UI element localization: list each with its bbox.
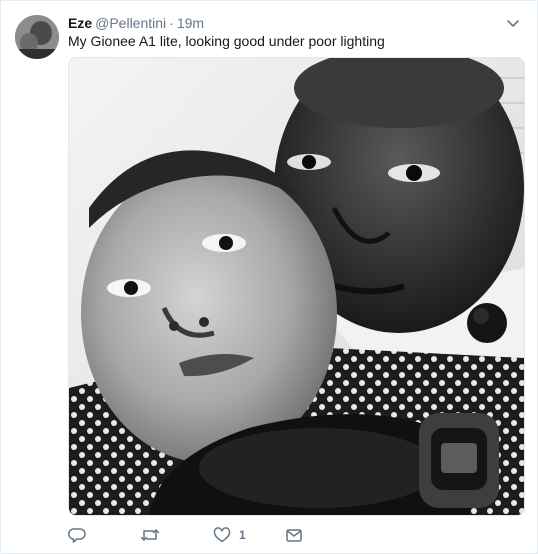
heart-icon <box>213 527 231 543</box>
tweet-actions: 1 <box>68 525 368 545</box>
retweet-icon <box>140 529 160 541</box>
like-count: 1 <box>239 528 246 542</box>
chevron-down-icon[interactable] <box>505 15 521 31</box>
header-separator: · <box>169 15 174 31</box>
tweet-header: Eze @Pellentini · 19m <box>68 14 204 32</box>
photo-image <box>69 58 524 515</box>
tweet-text: My Gionee A1 lite, looking good under po… <box>68 33 385 49</box>
author-name[interactable]: Eze <box>68 15 92 31</box>
tweet-timestamp[interactable]: 19m <box>177 15 204 31</box>
reply-icon <box>68 528 86 543</box>
like-button[interactable]: 1 <box>213 525 246 545</box>
reply-button[interactable] <box>68 525 86 545</box>
envelope-icon <box>286 529 302 542</box>
retweet-button[interactable] <box>140 525 160 545</box>
author-handle[interactable]: @Pellentini <box>95 15 166 31</box>
direct-message-button[interactable] <box>285 525 303 545</box>
tweet-photo[interactable] <box>68 57 525 516</box>
avatar-image <box>15 15 59 59</box>
tweet-card[interactable]: Eze @Pellentini · 19m My Gionee A1 lite, lo… <box>0 0 538 554</box>
avatar[interactable] <box>15 15 59 59</box>
